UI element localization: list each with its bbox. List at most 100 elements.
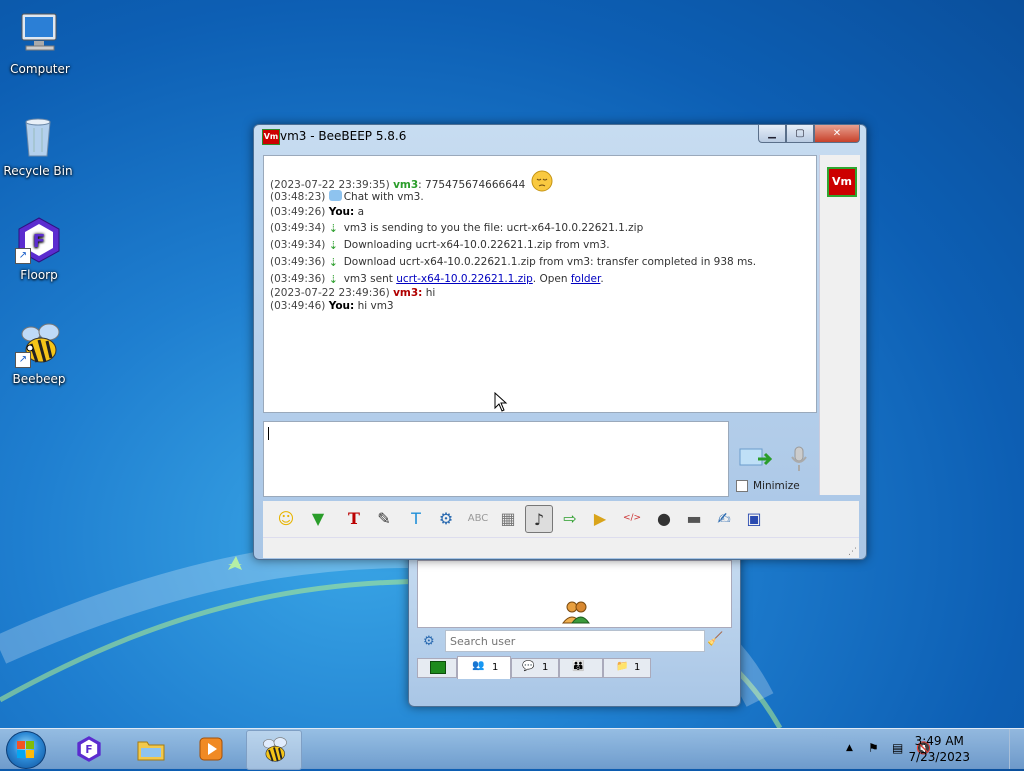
save-button[interactable]: ▣ [741,505,767,531]
folder-arrow-icon: ▶ [593,508,607,528]
tab-count: 1 [542,662,549,673]
search-user-input[interactable] [445,630,705,652]
action-center-flag-icon[interactable]: ⚑ [868,741,879,755]
chat-window: Vm vm3 - BeeBEEP 5.8.6 ▁ ▢ ✕ (2023-07-22… [253,124,867,560]
participants-pane: Vm [819,155,860,495]
tab-chats[interactable]: 💬 1 [511,658,559,678]
tab-count: 1 [492,662,499,673]
chat-message: (03:49:26) You: a [270,206,365,218]
taskbar-explorer[interactable] [124,730,178,768]
minimize-button[interactable]: ▁ [758,125,786,143]
microphone-icon [791,446,807,471]
gears-icon: ⚙ [438,508,454,528]
clock-time: 3:49 AM [914,734,964,748]
minimize-checkbox[interactable] [736,480,748,492]
chat-message: (03:49:36) ⇣ vm3 sent ucrt-x64-10.0.22621… [270,273,604,286]
chat-message: (03:49:34) ⇣ vm3 is sending to you the fi… [270,222,644,235]
caption-buttons: ▁ ▢ ✕ [758,125,860,143]
sound-button[interactable]: ♪ [525,505,553,533]
tab-users[interactable]: 👥 1 [457,656,511,679]
desktop-icon-floorp[interactable]: F ↗ Floorp [1,216,77,282]
file-share-icon: 📁 [616,661,629,672]
shortcut-arrow-icon: ↗ [15,352,31,368]
system-clock[interactable]: 3:49 AM 7/23/2023 [908,733,970,765]
windows-logo-icon [17,741,34,758]
font-tt-icon: T [348,508,360,528]
file-transfer-icon: ⇣ [328,273,338,286]
tray-expand-icon[interactable]: ▲ [846,743,853,753]
folder-icon [137,741,165,761]
minimize-checkbox-row[interactable]: Minimize [736,480,800,492]
taskbar-floorp[interactable]: F [62,730,116,768]
record-voice-button[interactable] [788,445,810,473]
screenshot-button[interactable]: ● [651,505,677,531]
close-button[interactable]: ✕ [814,125,860,143]
tab-groups[interactable]: 👪 [559,658,603,678]
filter-button[interactable]: T [403,505,429,531]
tab-count: 1 [634,662,641,673]
desktop-icon-computer[interactable]: Computer [2,10,78,76]
media-player-icon [199,737,223,761]
spellcheck-button[interactable]: ABC [465,505,491,531]
recycle-bin-icon [25,118,51,157]
chat-message: (03:49:46) You: hi vm3 [270,300,394,312]
message-input[interactable] [263,421,729,497]
send-folder-button[interactable]: ▶ [587,505,613,531]
send-file-button[interactable] [738,445,773,473]
font-button[interactable]: T [341,505,367,531]
expand-button[interactable]: ▼ [305,505,331,531]
bee-icon [263,737,287,762]
chat-message: (2023-07-22 23:49:36) vm3: hi [270,287,436,299]
file-link[interactable]: ucrt-x64-10.0.22621.1.zip [396,273,533,285]
settings-button[interactable]: ⚙ [433,505,459,531]
chat-message: (03:48:23) Chat with vm3. [270,190,424,203]
music-note-icon: ♪ [533,509,545,529]
tab-files[interactable]: 📁 1 [603,658,651,678]
folder-link[interactable]: folder [571,273,601,285]
settings-gear-icon[interactable]: ⚙ [423,634,435,649]
show-desktop-button[interactable] [1009,729,1024,769]
home-screen-icon [430,661,446,674]
camera-icon: ● [657,508,671,528]
notes-button[interactable]: ✍ [711,505,737,531]
network-icon[interactable]: ▤ [892,741,903,755]
auto-complete-button[interactable]: ▦ [495,505,521,531]
beebeep-app-logo-icon: Vm [262,129,280,145]
chat-message: (03:49:36) ⇣ Download ucrt-x64-10.0.22621… [270,256,757,269]
color-button[interactable]: ✎ [371,505,397,531]
user-list-panel [417,560,732,628]
user-avatar[interactable]: Vm [827,167,857,197]
save-chat-button[interactable]: ⇨ [557,505,583,531]
floorp-icon: F [77,736,101,762]
terminal-button[interactable]: ▬ [681,505,707,531]
html-code-icon: </> [622,513,642,523]
taskbar-media-player[interactable] [184,730,238,768]
clear-search-broom-icon[interactable]: 🧹 [707,632,723,647]
file-transfer-icon: ⇣ [328,239,338,252]
emoji-button[interactable]: ☺ [273,505,299,531]
mouse-cursor-icon [494,392,508,412]
tab-home[interactable] [417,658,457,678]
resize-grip-icon[interactable]: ⋰ [848,547,857,557]
maximize-icon: ▢ [795,128,805,139]
start-button[interactable] [6,731,46,769]
desktop-icon-beebeep[interactable]: ↗ Beebeep [1,320,77,386]
status-strip: ⋰ [263,537,859,558]
group-icon: 👪 [572,661,585,672]
chat-history[interactable]: (2023-07-22 23:39:35) vm3: 7754756746666… [263,155,817,413]
taskbar-beebeep[interactable] [246,730,302,770]
spellcheck-icon: ABC [467,512,489,524]
minimize-label: Minimize [753,480,800,492]
green-arrow-down-icon: ▼ [311,508,325,528]
color-pencil-icon: ✎ [377,508,391,528]
terminal-icon: ▬ [686,508,702,528]
pensive-emoji-icon [531,170,553,192]
chat-window-titlebar[interactable]: Vm vm3 - BeeBEEP 5.8.6 ▁ ▢ ✕ [254,125,866,147]
taskbar: F ▲ ⚑ ▤ 🔇 3:49 AM 7/23/2023 [0,728,1024,770]
html-button[interactable]: </> [619,505,645,531]
maximize-button[interactable]: ▢ [786,125,814,143]
users-icon: 👥 [472,660,485,671]
desktop-icon-recycle-bin[interactable]: Recycle Bin [0,112,76,178]
minimize-icon: ▁ [768,128,776,139]
notepad-icon: ✍ [717,508,731,528]
